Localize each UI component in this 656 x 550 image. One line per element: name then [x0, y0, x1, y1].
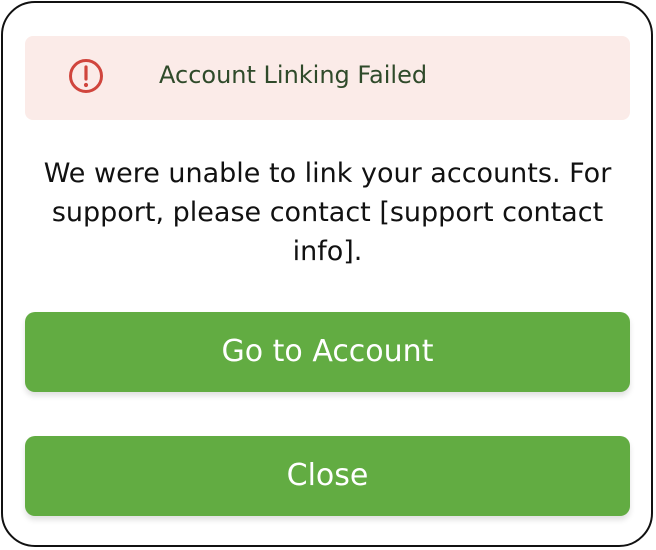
go-to-account-button[interactable]: Go to Account — [25, 312, 630, 392]
alert-title: Account Linking Failed — [159, 61, 428, 89]
error-message: We were unable to link your accounts. Fo… — [43, 158, 612, 267]
close-button[interactable]: Close — [25, 436, 630, 516]
account-linking-dialog: Account Linking Failed We were unable to… — [1, 1, 653, 547]
alert-circle-icon — [68, 58, 104, 94]
error-alert-banner: Account Linking Failed — [25, 36, 630, 120]
